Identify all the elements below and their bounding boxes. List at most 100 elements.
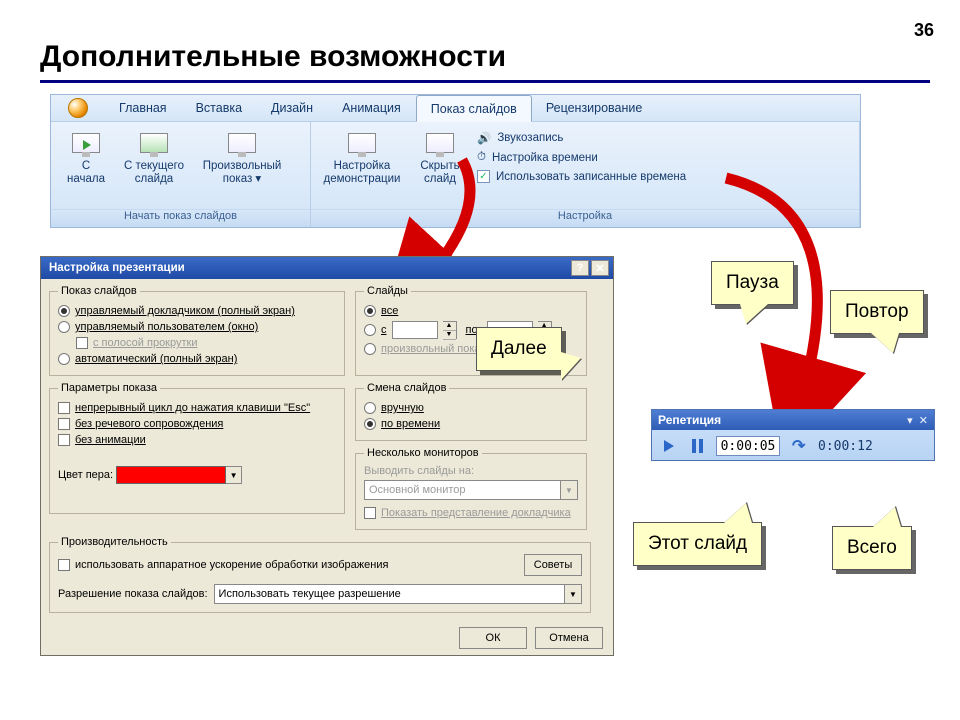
from-current-label: С текущего слайда [124, 160, 184, 186]
radio-kiosk-label: автоматический (полный экран) [75, 353, 237, 365]
show-options-group: Параметры показа непрерывный цикл до наж… [49, 382, 345, 514]
no-animation-label: без анимации [75, 434, 146, 446]
group-setup-label: Настройка [311, 209, 859, 227]
radio-manual[interactable]: вручную [364, 400, 578, 416]
cancel-button[interactable]: Отмена [535, 627, 603, 649]
office-button[interactable] [51, 95, 105, 121]
radio-all-slides[interactable]: все [364, 303, 578, 319]
rehearse-label: Настройка времени [492, 152, 598, 164]
total-time: 0:00:12 [818, 439, 873, 454]
hide-slide-button[interactable]: Скрыть слайд [413, 126, 467, 186]
no-narration-checkbox[interactable]: без речевого сопровождения [58, 416, 336, 432]
undo-icon: ↶ [792, 436, 805, 456]
tab-insert[interactable]: Вставка [182, 95, 257, 121]
setup-list: 🔊Звукозапись ⏱Настройка времени ✓Использ… [473, 126, 690, 184]
checkbox-icon: ✓ [477, 170, 490, 183]
radio-user-label: управляемый пользователем (окно) [75, 321, 258, 333]
custom-show-button[interactable]: Произвольный показ ▾ [193, 126, 291, 186]
tab-animation[interactable]: Анимация [328, 95, 416, 121]
tab-review[interactable]: Рецензирование [532, 95, 658, 121]
loop-checkbox[interactable]: непрерывный цикл до нажатия клавиши "Esc… [58, 400, 336, 416]
hw-accel-checkbox[interactable]: использовать аппаратное ускорение обрабо… [58, 557, 388, 573]
rehearse-timings-button[interactable]: ⏱Настройка времени [473, 150, 690, 165]
slide-number: 36 [914, 20, 934, 41]
resolution-select[interactable]: Использовать текущее разрешение▼ [214, 584, 582, 604]
radio-icon [364, 418, 376, 430]
from-beginning-button[interactable]: С начала [57, 126, 115, 186]
tips-button[interactable]: Советы [524, 554, 582, 576]
custom-show-label: произвольный показ: [381, 343, 489, 355]
repeat-button[interactable]: ↶ [790, 437, 808, 455]
radio-icon [364, 402, 376, 414]
callout-this-slide: Этот слайд [633, 522, 762, 566]
performance-legend: Производительность [58, 536, 171, 548]
radio-icon [364, 305, 376, 317]
next-button[interactable] [660, 437, 678, 455]
ribbon-tabstrip: Главная Вставка Дизайн Анимация Показ сл… [51, 95, 860, 121]
help-button[interactable]: ? [571, 260, 589, 276]
radio-kiosk[interactable]: автоматический (полный экран) [58, 351, 336, 367]
no-narration-label: без речевого сопровождения [75, 418, 223, 430]
ok-button[interactable]: ОК [459, 627, 527, 649]
checkbox-icon [76, 337, 88, 349]
setup-show-dialog: Настройка презентации ? ✕ Показ слайдов … [40, 256, 614, 656]
advance-group: Смена слайдов вручную по времени [355, 382, 587, 441]
current-slide-time: 0:00:05 [716, 436, 780, 456]
slide-play-icon [69, 128, 103, 158]
tab-slideshow[interactable]: Показ слайдов [416, 95, 532, 122]
hide-slide-icon [423, 128, 457, 158]
tab-home[interactable]: Главная [105, 95, 182, 121]
slides-legend: Слайды [364, 285, 411, 297]
radio-icon [364, 343, 376, 355]
checkbox-icon [58, 418, 70, 430]
tab-design[interactable]: Дизайн [257, 95, 328, 121]
pen-color-dropdown[interactable]: ▼ [226, 466, 242, 484]
checkbox-icon [58, 402, 70, 414]
from-label: с [381, 324, 387, 336]
performance-group: Производительность использовать аппаратн… [49, 536, 591, 613]
page-title: Дополнительные возможности [40, 40, 506, 74]
timing-label: по времени [381, 418, 440, 430]
callout-next: Далее [476, 327, 562, 371]
monitors-group: Несколько мониторов Выводить слайды на: … [355, 447, 587, 530]
radio-icon [58, 353, 70, 365]
callout-pause: Пауза [711, 261, 794, 305]
hw-accel-label: использовать аппаратное ускорение обрабо… [75, 559, 388, 571]
no-animation-checkbox[interactable]: без анимации [58, 432, 336, 448]
rehearsal-window-controls[interactable]: ▾ ✕ [907, 414, 928, 427]
presenter-view-label: Показать представление докладчика [381, 507, 571, 519]
setup-show-icon [345, 128, 379, 158]
ribbon-body: С начала С текущего слайда Произвольный … [51, 121, 860, 227]
rehearsal-titlebar[interactable]: Репетиция ▾ ✕ [652, 410, 934, 430]
pause-button[interactable] [688, 437, 706, 455]
from-input[interactable] [392, 321, 438, 339]
show-type-legend: Показ слайдов [58, 285, 140, 297]
setup-show-button[interactable]: Настройка демонстрации [317, 126, 407, 186]
loop-label: непрерывный цикл до нажатия клавиши "Esc… [75, 402, 310, 414]
dialog-titlebar: Настройка презентации ? ✕ [41, 257, 613, 279]
from-current-button[interactable]: С текущего слайда [121, 126, 187, 186]
callout-total: Всего [832, 526, 912, 570]
hide-slide-label: Скрыть слайд [420, 160, 459, 186]
record-narration-button[interactable]: 🔊Звукозапись [473, 130, 690, 146]
scrollbar-label: с полосой прокрутки [93, 337, 197, 349]
checkbox-icon [58, 559, 70, 571]
ribbon: Главная Вставка Дизайн Анимация Показ сл… [50, 94, 861, 228]
monitors-legend: Несколько мониторов [364, 447, 482, 459]
radio-speaker[interactable]: управляемый докладчиком (полный экран) [58, 303, 336, 319]
from-spinner[interactable]: ▲▼ [443, 321, 457, 339]
rehearsal-title: Репетиция [658, 413, 721, 427]
radio-user[interactable]: управляемый пользователем (окно) [58, 319, 336, 335]
pen-color-swatch[interactable] [116, 466, 226, 484]
dialog-title: Настройка презентации [49, 262, 185, 274]
monitor-output-label: Выводить слайды на: [364, 465, 578, 477]
close-button[interactable]: ✕ [591, 260, 609, 276]
checkbox-icon [58, 434, 70, 446]
use-timings-checkbox[interactable]: ✓Использовать записанные времена [473, 169, 690, 184]
record-icon: 🔊 [477, 131, 491, 145]
radio-timing[interactable]: по времени [364, 416, 578, 432]
rehearsal-toolbar: Репетиция ▾ ✕ 0:00:05 ↶ 0:00:12 [651, 409, 935, 461]
monitor-value: Основной монитор [369, 484, 466, 496]
from-beginning-label: С начала [67, 160, 105, 186]
manual-label: вручную [381, 402, 424, 414]
